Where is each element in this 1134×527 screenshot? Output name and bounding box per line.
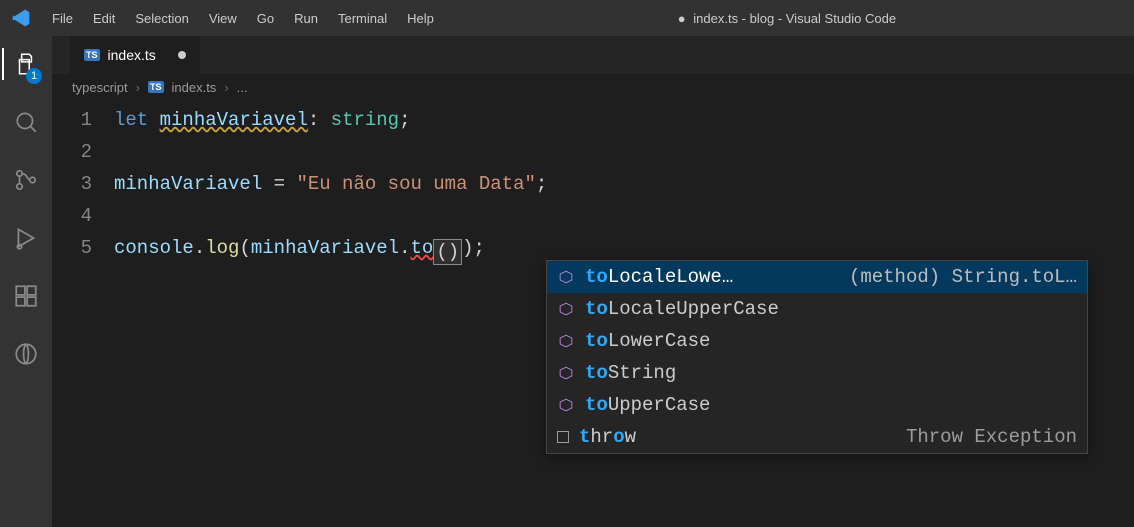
line-number: 2 xyxy=(52,136,92,168)
tab-label: index.ts xyxy=(108,47,156,63)
menu-run[interactable]: Run xyxy=(284,7,328,30)
typescript-file-icon: TS xyxy=(148,81,164,93)
menu-file[interactable]: File xyxy=(42,7,83,30)
cursor: () xyxy=(433,239,462,265)
line-number: 1 xyxy=(52,104,92,136)
suggest-label: toLowerCase xyxy=(585,325,710,357)
dirty-dot-icon xyxy=(178,51,186,59)
code-line[interactable] xyxy=(114,136,1134,168)
editor-group: TS index.ts typescript › TS index.ts › .… xyxy=(52,36,1134,527)
typescript-file-icon: TS xyxy=(84,49,100,61)
suggest-item[interactable]: toString xyxy=(547,357,1087,389)
suggest-label: toString xyxy=(585,357,676,389)
vscode-logo-icon xyxy=(10,7,32,29)
suggest-label: toLocaleLowe… xyxy=(585,261,733,293)
menu-edit[interactable]: Edit xyxy=(83,7,125,30)
code-lines[interactable]: let minhaVariavel: string; minhaVariavel… xyxy=(114,100,1134,527)
code-line[interactable]: let minhaVariavel: string; xyxy=(114,104,1134,136)
suggest-detail: Throw Exception xyxy=(906,421,1077,453)
activity-extensions[interactable] xyxy=(2,278,50,314)
method-icon xyxy=(557,270,575,284)
breadcrumbs[interactable]: typescript › TS index.ts › ... xyxy=(52,74,1134,100)
suggest-item[interactable]: toLowerCase xyxy=(547,325,1087,357)
suggest-label: toUpperCase xyxy=(585,389,710,421)
line-number: 5 xyxy=(52,232,92,264)
explorer-badge: 1 xyxy=(26,68,42,84)
activity-source-control[interactable] xyxy=(2,162,50,198)
method-icon xyxy=(557,398,575,412)
tab-bar: TS index.ts xyxy=(52,36,1134,74)
chevron-right-icon: › xyxy=(224,80,228,95)
line-number: 3 xyxy=(52,168,92,200)
dirty-indicator-title: ● xyxy=(678,11,686,26)
activity-explorer[interactable]: 1 xyxy=(2,46,50,82)
code-line[interactable] xyxy=(114,200,1134,232)
menu-bar: File Edit Selection View Go Run Terminal… xyxy=(42,7,444,30)
line-number-gutter: 1 2 3 4 5 xyxy=(52,100,114,527)
suggest-item[interactable]: toUpperCase xyxy=(547,389,1087,421)
editor[interactable]: 1 2 3 4 5 let minhaVariavel: string; min… xyxy=(52,100,1134,527)
menu-go[interactable]: Go xyxy=(247,7,284,30)
intellisense-suggest-popup[interactable]: toLocaleLowe… (method) String.toL… toLoc… xyxy=(546,260,1088,454)
window-title: ● index.ts - blog - Visual Studio Code xyxy=(448,11,1126,26)
chevron-right-icon: › xyxy=(136,80,140,95)
breadcrumb-item[interactable]: index.ts xyxy=(172,80,217,95)
suggest-label: toLocaleUpperCase xyxy=(585,293,779,325)
menu-view[interactable]: View xyxy=(199,7,247,30)
breadcrumb-item[interactable]: ... xyxy=(237,80,248,95)
code-line[interactable]: minhaVariavel = "Eu não sou uma Data"; xyxy=(114,168,1134,200)
method-icon xyxy=(557,334,575,348)
method-icon xyxy=(557,366,575,380)
line-number: 4 xyxy=(52,200,92,232)
breadcrumb-item[interactable]: typescript xyxy=(72,80,128,95)
activity-search[interactable] xyxy=(2,104,50,140)
menu-help[interactable]: Help xyxy=(397,7,444,30)
suggest-item[interactable]: toLocaleUpperCase xyxy=(547,293,1087,325)
suggest-label: throw xyxy=(579,421,636,453)
main-area: 1 TS index.ts typescript › xyxy=(0,36,1134,527)
menu-selection[interactable]: Selection xyxy=(125,7,198,30)
window-title-text: index.ts - blog - Visual Studio Code xyxy=(693,11,896,26)
menu-terminal[interactable]: Terminal xyxy=(328,7,397,30)
suggest-item[interactable]: throw Throw Exception xyxy=(547,421,1087,453)
suggest-detail: (method) String.toL… xyxy=(849,261,1077,293)
activity-run-debug[interactable] xyxy=(2,220,50,256)
activity-bar: 1 xyxy=(0,36,52,527)
activity-remote[interactable] xyxy=(2,336,50,372)
tab-index-ts[interactable]: TS index.ts xyxy=(70,36,200,74)
keyword-icon xyxy=(557,431,569,443)
suggest-item[interactable]: toLocaleLowe… (method) String.toL… xyxy=(547,261,1087,293)
method-icon xyxy=(557,302,575,316)
title-bar: File Edit Selection View Go Run Terminal… xyxy=(0,0,1134,36)
